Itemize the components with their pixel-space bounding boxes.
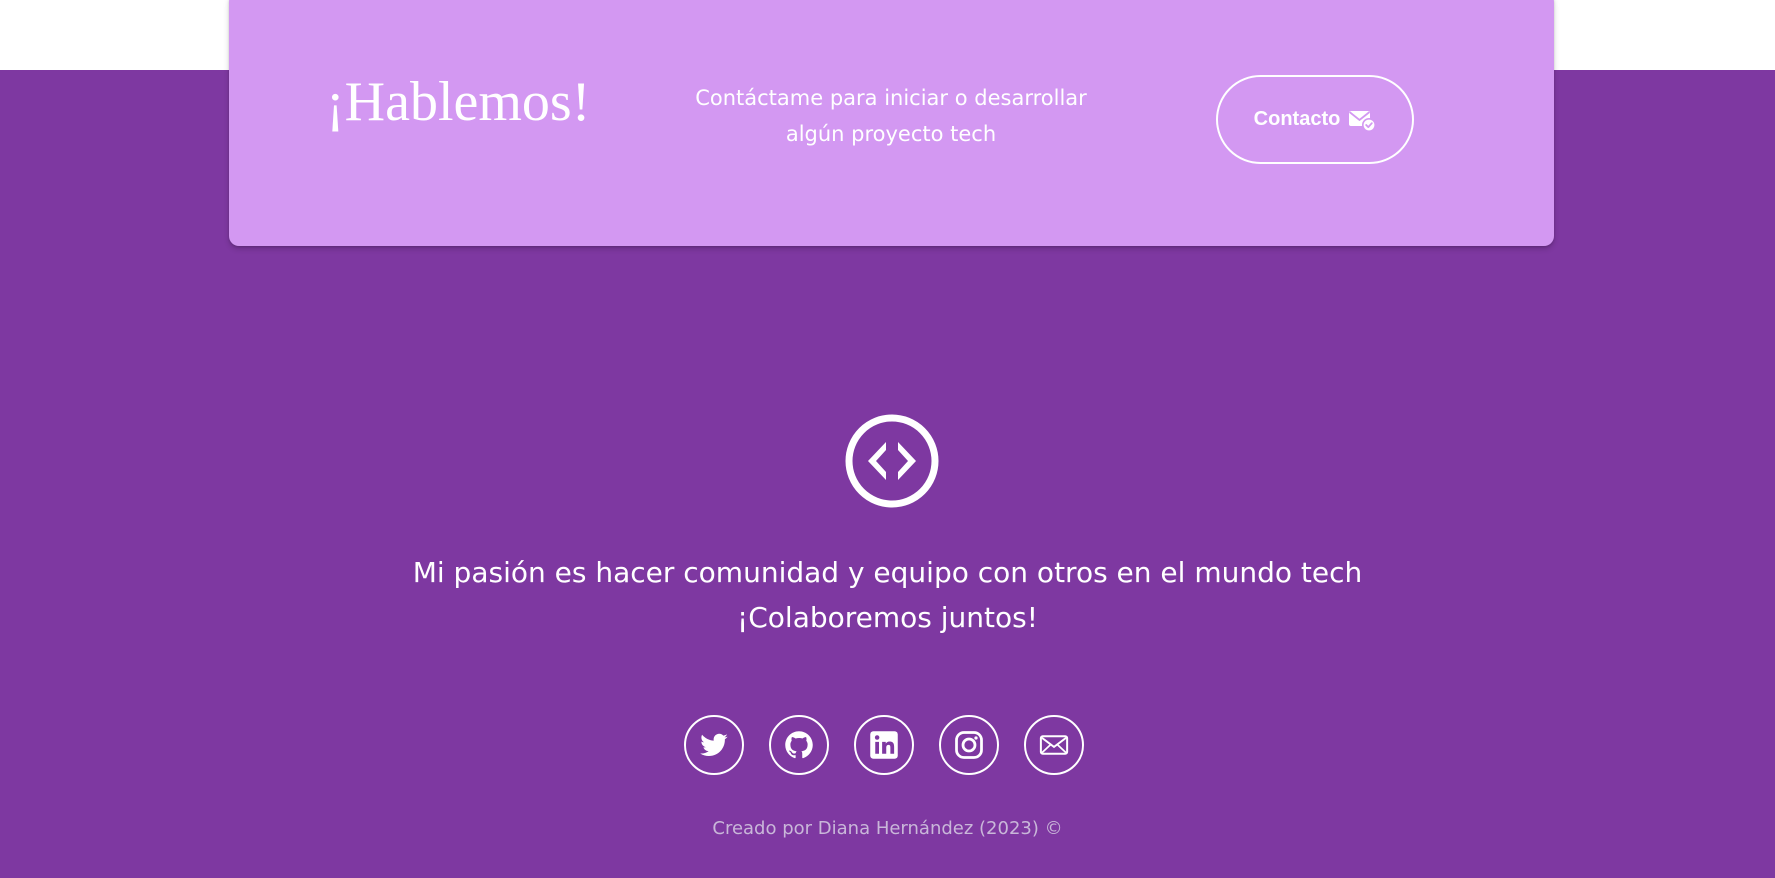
contact-button-label: Contacto: [1253, 108, 1341, 130]
email-link[interactable]: [1024, 715, 1084, 775]
twitter-link[interactable]: [684, 715, 744, 775]
linkedin-link[interactable]: [854, 715, 914, 775]
footer-tagline-line1: Mi pasión es hacer comunidad y equipo co…: [412, 556, 1363, 589]
envelope-icon: [1039, 735, 1069, 755]
mail-check-icon: [1348, 108, 1377, 132]
code-brackets-circle-icon: [845, 414, 939, 508]
github-icon: [785, 731, 813, 759]
social-links: [684, 715, 1084, 775]
footer-credits: Creado por Diana Hernández (2023) ©: [712, 818, 1063, 839]
footer-tagline: Mi pasión es hacer comunidad y equipo co…: [0, 550, 1775, 640]
footer-tagline-line2: ¡Colaboremos juntos!: [737, 601, 1038, 634]
twitter-icon: [700, 733, 728, 756]
contact-banner-title: ¡Hablemos!: [326, 71, 591, 133]
instagram-link[interactable]: [939, 715, 999, 775]
contact-button[interactable]: Contacto: [1216, 75, 1414, 164]
github-link[interactable]: [769, 715, 829, 775]
contact-banner-description: Contáctame para iniciar o desarrollar al…: [695, 86, 1087, 146]
linkedin-icon: [870, 731, 898, 759]
contact-banner: ¡Hablemos! Contáctame para iniciar o des…: [229, 0, 1554, 246]
instagram-icon: [955, 731, 983, 759]
